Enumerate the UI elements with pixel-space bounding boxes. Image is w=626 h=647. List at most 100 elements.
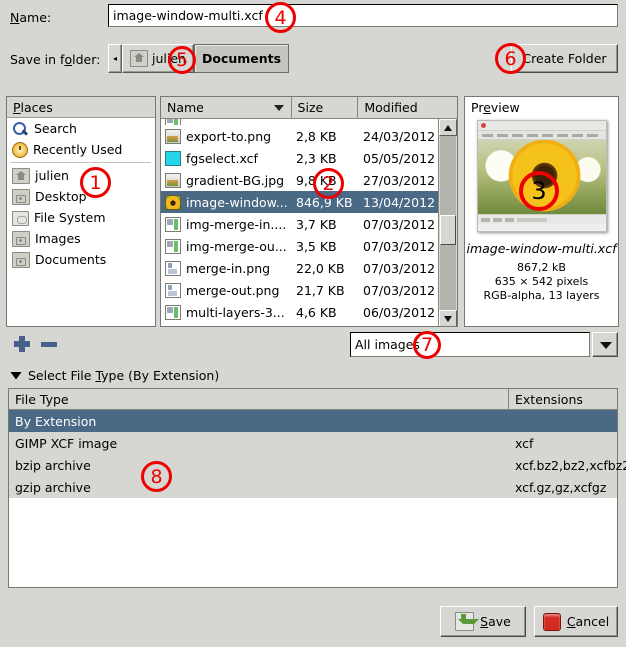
column-header-modified[interactable]: Modified xyxy=(358,97,439,119)
file-type-name: GIMP XCF image xyxy=(15,435,118,451)
xcf-image-icon xyxy=(165,150,181,166)
path-back-button[interactable]: ◂ xyxy=(108,44,123,73)
add-bookmark-button[interactable] xyxy=(14,336,30,352)
preview-metadata: 867,2 kB 635 × 542 pixels RGB-alpha, 13 … xyxy=(465,261,618,303)
file-type-header: File Type Extensions xyxy=(9,389,617,410)
table-row[interactable]: multi-layers-3... 4,6 KB 06/03/2012 xyxy=(161,301,438,323)
table-row[interactable]: merge-out.png 21,7 KB 07/03/2012 xyxy=(161,279,438,301)
column-header-file-type[interactable]: File Type xyxy=(9,389,509,410)
sidebar-item-label: julien xyxy=(35,168,69,183)
merge-icon xyxy=(165,260,181,276)
scroll-up-button[interactable] xyxy=(439,119,457,136)
file-modified: 07/03/2012 xyxy=(363,216,436,232)
file-modified: 07/03/2012 xyxy=(363,282,436,298)
file-name-cell: multi-layers-3... xyxy=(161,304,292,320)
table-row[interactable]: gradient-BG.jpg 9,8 KB 27/03/2012 xyxy=(161,169,438,191)
table-row[interactable]: export-to.png 2,8 KB 24/03/2012 xyxy=(161,125,438,147)
file-name: image-window... xyxy=(186,194,288,210)
places-separator xyxy=(11,162,151,163)
select-file-type-expander[interactable]: Select File Type (By Extension) xyxy=(10,368,219,383)
create-folder-button[interactable]: Create Folder xyxy=(511,44,618,73)
table-row[interactable]: fgselect.xcf 2,3 KB 05/05/2012 xyxy=(161,147,438,169)
column-header-size[interactable]: Size xyxy=(291,97,359,119)
places-pane: Places Search Recently Used julien Deskt… xyxy=(6,96,156,327)
file-name-cell: merge-out.png xyxy=(161,282,292,298)
remove-bookmark-button[interactable] xyxy=(41,336,57,352)
file-name-cell: img-merge-in.... xyxy=(161,216,292,232)
column-label: Extensions xyxy=(515,391,583,407)
chevron-down-icon[interactable] xyxy=(592,332,618,357)
cancel-label: Cancel xyxy=(566,614,610,629)
sidebar-item-file-system[interactable]: File System xyxy=(7,207,155,228)
path-back-arrow-icon: ◂ xyxy=(113,54,118,63)
column-label: File Type xyxy=(15,391,69,407)
path-item-label: Documents xyxy=(201,51,282,66)
file-type-row[interactable]: gzip archive xcf.gz,gz,xcfgz xyxy=(9,476,617,498)
file-type-row[interactable]: GIMP XCF image xcf xyxy=(9,432,617,454)
file-name: merge-out.png xyxy=(186,282,280,298)
path-item-documents[interactable]: Documents xyxy=(193,44,290,73)
file-type-row-selected[interactable]: By Extension xyxy=(9,410,617,432)
file-name-cell: gradient-BG.jpg xyxy=(161,172,292,188)
scroll-down-button[interactable] xyxy=(439,310,457,326)
file-modified: 13/04/2012 xyxy=(363,194,436,210)
layers-icon xyxy=(165,304,181,320)
name-row: Name: xyxy=(0,0,626,36)
sidebar-item-label: Documents xyxy=(35,252,107,267)
column-label: Size xyxy=(297,100,324,115)
file-type-row[interactable]: bzip archive xcf.bz2,bz2,xcfbz2 xyxy=(9,454,626,476)
table-row-selected[interactable]: image-window... 846,9 KB 13/04/2012 xyxy=(161,191,438,213)
preview-pane: Preview image-window-multi.xcf 867,2 kB … xyxy=(464,96,619,327)
documents-folder-icon xyxy=(12,252,30,268)
file-name-cell: fgselect.xcf xyxy=(161,150,292,166)
file-name: merge-in.png xyxy=(186,260,271,276)
sidebar-item-documents[interactable]: Documents xyxy=(7,249,155,270)
table-row[interactable]: img-merge-ou... 3,5 KB 07/03/2012 xyxy=(161,235,438,257)
file-size: 21,7 KB xyxy=(296,282,345,298)
path-item-label: julien xyxy=(152,51,186,66)
thumb-canvas-sunflower xyxy=(477,140,606,214)
sidebar-item-search[interactable]: Search xyxy=(7,118,155,139)
file-list: Name Size Modified export-to.png 2,8 KB … xyxy=(160,96,458,327)
save-icon xyxy=(455,612,480,631)
layers-icon xyxy=(165,119,181,125)
home-folder-icon xyxy=(130,50,149,67)
sidebar-item-images[interactable]: Images xyxy=(7,228,155,249)
file-type-extensions: xcf.gz,gz,xcfgz xyxy=(515,479,607,495)
filter-value[interactable]: All images xyxy=(350,332,590,357)
file-name-cell: export-to.png xyxy=(161,128,292,144)
file-size: 2,8 KB xyxy=(296,128,337,144)
table-row[interactable]: merge-in.png 22,0 KB 07/03/2012 xyxy=(161,257,438,279)
cancel-icon xyxy=(542,612,561,631)
file-name: fgselect.xcf xyxy=(186,150,258,166)
expander-label: Select File Type (By Extension) xyxy=(28,368,220,383)
places-header-label: Places xyxy=(13,99,53,115)
table-row[interactable]: img-merge-in.... 3,7 KB 07/03/2012 xyxy=(161,213,438,235)
preview-thumbnail xyxy=(476,120,607,232)
sort-descending-icon xyxy=(273,105,284,111)
file-list-body: export-to.png 2,8 KB 24/03/2012 fgselect… xyxy=(161,119,457,326)
path-item-julien[interactable]: julien xyxy=(122,44,194,73)
file-size: 22,0 KB xyxy=(296,260,345,276)
file-list-scrollbar[interactable] xyxy=(438,119,457,326)
thumb-titlebar xyxy=(477,121,606,131)
name-input[interactable] xyxy=(108,4,618,27)
save-button[interactable]: Save xyxy=(440,606,526,637)
path-bar[interactable]: ◂ julien Documents xyxy=(108,44,290,73)
filter-combo[interactable]: All images xyxy=(350,332,618,357)
cancel-button[interactable]: Cancel xyxy=(534,606,618,637)
file-name-cell: merge-in.png xyxy=(161,260,292,276)
sidebar-item-label: File System xyxy=(34,210,106,225)
sunflower-icon xyxy=(165,194,181,210)
sidebar-item-recently-used[interactable]: Recently Used xyxy=(7,139,155,160)
sidebar-item-julien[interactable]: julien xyxy=(7,165,155,186)
file-type-extensions: xcf.bz2,bz2,xcfbz2 xyxy=(515,457,626,473)
preview-dimensions: 635 × 542 pixels xyxy=(494,275,589,288)
file-type-name: By Extension xyxy=(15,413,97,429)
column-header-name[interactable]: Name xyxy=(161,97,292,119)
file-list-header: Name Size Modified xyxy=(161,97,457,119)
file-modified: 24/03/2012 xyxy=(363,128,436,144)
column-header-extensions[interactable]: Extensions xyxy=(509,389,617,410)
scrollbar-thumb[interactable] xyxy=(440,215,456,245)
sidebar-item-desktop[interactable]: Desktop xyxy=(7,186,155,207)
